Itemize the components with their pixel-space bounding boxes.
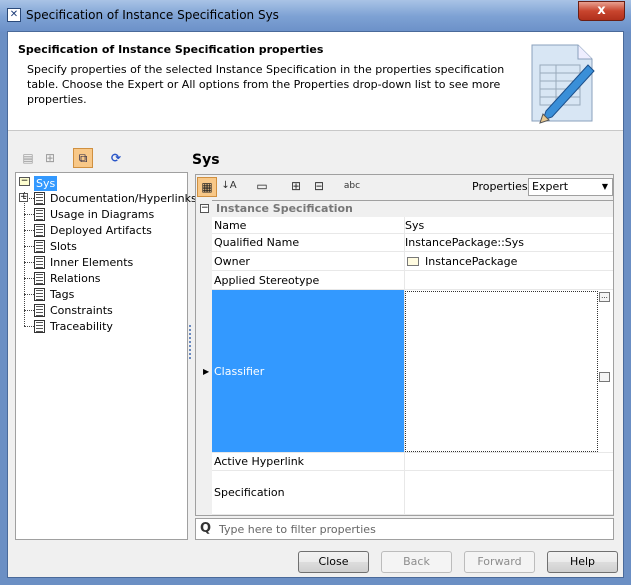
tree-item[interactable]: Inner Elements xyxy=(34,254,133,270)
tree-connector xyxy=(24,294,34,295)
tree-item-label: Documentation/Hyperlinks xyxy=(50,191,197,205)
tree-connector xyxy=(24,262,34,263)
more-button[interactable]: ... xyxy=(599,292,610,302)
sort-alphabetical-icon[interactable]: ↓A xyxy=(219,177,239,197)
close-button[interactable]: Close xyxy=(298,551,369,573)
show-abbreviations-icon[interactable]: abc xyxy=(342,177,362,197)
edit-button[interactable] xyxy=(599,372,610,382)
document-icon xyxy=(34,255,45,269)
copy-windows-icon[interactable]: ⧉ xyxy=(73,148,93,168)
properties-label: Properties: xyxy=(472,180,532,193)
property-name: Qualified Name xyxy=(214,236,300,249)
property-value: Sys xyxy=(405,219,424,232)
help-button[interactable]: Help xyxy=(547,551,618,573)
group-title: Instance Specification xyxy=(216,202,353,215)
tree-item[interactable]: Constraints xyxy=(34,302,113,318)
tree-connector xyxy=(24,230,34,231)
properties-value: Expert xyxy=(532,180,569,193)
property-name: Specification xyxy=(214,486,285,499)
property-value: InstancePackage xyxy=(407,255,517,268)
classifier-value-field[interactable] xyxy=(405,291,598,452)
tree-item[interactable]: Traceability xyxy=(34,318,113,334)
tree-item-label: Tags xyxy=(50,287,75,301)
collapse-icon[interactable]: − xyxy=(19,177,30,186)
tree-connector xyxy=(24,214,34,215)
expand-all-icon[interactable]: ⊞ xyxy=(286,177,306,197)
table-view-icon[interactable]: ▤ xyxy=(18,149,38,169)
document-icon xyxy=(34,223,45,237)
filter-placeholder: Type here to filter properties xyxy=(219,523,376,536)
specification-pencil-icon xyxy=(531,44,595,124)
tree-item[interactable]: Tags xyxy=(34,286,74,302)
splitter-handle[interactable] xyxy=(189,325,191,359)
tree-view-icon[interactable]: ⊞ xyxy=(40,149,60,169)
tree-item[interactable]: Deployed Artifacts xyxy=(34,222,152,238)
refresh-icon[interactable]: ⟳ xyxy=(106,149,126,169)
document-icon xyxy=(34,207,45,221)
tree-item[interactable]: Usage in Diagrams xyxy=(34,206,154,222)
back-button[interactable]: Back xyxy=(381,551,452,573)
property-name: Name xyxy=(214,219,247,232)
forward-button[interactable]: Forward xyxy=(464,551,535,573)
header-title: Specification of Instance Specification … xyxy=(18,43,324,56)
tree-item-label: Slots xyxy=(50,239,77,253)
header-description: Specify properties of the selected Insta… xyxy=(27,63,505,106)
property-value-text: InstancePackage::Sys xyxy=(405,236,525,249)
document-icon xyxy=(34,191,45,205)
table-row[interactable]: Name Sys xyxy=(212,217,613,234)
description-icon[interactable]: ▭ xyxy=(252,177,272,197)
window-title: Specification of Instance Specification … xyxy=(26,8,279,22)
group-header[interactable]: − Instance Specification xyxy=(196,201,613,217)
table-row[interactable]: Qualified Name InstancePackage::Sys xyxy=(212,234,613,252)
folder-icon xyxy=(407,257,419,266)
group-by-category-icon[interactable]: ▦ xyxy=(197,177,217,197)
property-name: Active Hyperlink xyxy=(214,455,305,468)
property-name: Owner xyxy=(214,255,250,268)
properties-dropdown[interactable]: Expert ▼ xyxy=(528,178,613,196)
property-name: Applied Stereotype xyxy=(214,274,320,287)
document-icon xyxy=(34,271,45,285)
filter-input[interactable]: Q Type here to filter properties xyxy=(195,518,614,540)
tree-item-label: Relations xyxy=(50,271,101,285)
property-value-text: Sys xyxy=(405,219,425,232)
tree-connector xyxy=(24,310,34,311)
tree-item-label: Usage in Diagrams xyxy=(50,207,155,221)
close-window-button[interactable]: x xyxy=(578,1,625,21)
table-row[interactable]: ... Classifier xyxy=(212,290,613,453)
tree-item[interactable]: Documentation/Hyperlinks xyxy=(34,190,197,206)
search-icon: Q xyxy=(200,521,212,536)
property-name: Classifier xyxy=(214,365,265,378)
tree-connector xyxy=(24,278,34,279)
table-row[interactable]: Owner InstancePackage xyxy=(212,252,613,271)
property-value-text: InstancePackage xyxy=(425,255,518,268)
tree-connector xyxy=(24,192,25,326)
tree-item-label: Constraints xyxy=(50,303,113,317)
tree-connector xyxy=(24,326,34,327)
row-pointer-icon: ▶ xyxy=(203,367,210,376)
chevron-down-icon[interactable]: ▼ xyxy=(602,179,608,195)
collapse-group-icon[interactable]: − xyxy=(200,204,209,213)
table-row[interactable]: Active Hyperlink xyxy=(212,453,613,471)
document-icon xyxy=(34,303,45,317)
tree-root-sys[interactable]: Sys xyxy=(34,176,58,191)
tree-item-label: Traceability xyxy=(50,319,113,333)
app-icon: ✕ xyxy=(7,8,21,22)
property-value: InstancePackage::Sys xyxy=(405,236,524,249)
document-icon xyxy=(34,287,45,301)
tree-item-label: Inner Elements xyxy=(50,255,134,269)
table-gutter xyxy=(196,200,212,515)
element-title: Sys xyxy=(192,152,220,168)
tree-item[interactable]: Slots xyxy=(34,238,77,254)
tree-connector xyxy=(24,246,34,247)
table-row[interactable]: Applied Stereotype xyxy=(212,271,613,290)
tree-item[interactable]: Relations xyxy=(34,270,101,286)
table-row[interactable]: Specification xyxy=(212,471,613,515)
document-icon xyxy=(34,319,45,333)
document-icon xyxy=(34,239,45,253)
collapse-all-icon[interactable]: ⊟ xyxy=(309,177,329,197)
tree-item-label: Deployed Artifacts xyxy=(50,223,152,237)
tree-connector xyxy=(24,198,34,199)
